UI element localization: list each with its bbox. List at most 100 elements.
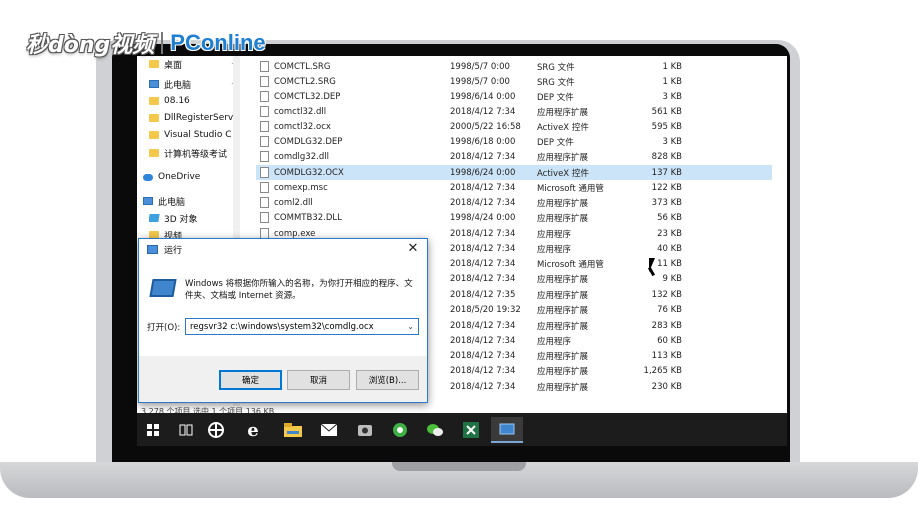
nav-item-dllregisterserv[interactable]: DllRegisterServ [149, 110, 245, 126]
file-type: Microsoft 通用管 [537, 183, 604, 194]
task-view-button[interactable] [170, 417, 202, 443]
nav-item-this-pc-quick[interactable]: 此电脑✦ [149, 76, 245, 92]
taskbar-app-explorer[interactable] [277, 417, 309, 443]
taskbar-app-ie[interactable]: e [237, 417, 269, 443]
start-button[interactable] [137, 417, 169, 443]
browse-button[interactable]: 浏览(B)... [356, 370, 419, 390]
file-type: ActiveX 控件 [537, 168, 589, 179]
nav-item-label: 此电脑 [164, 80, 192, 91]
ok-button[interactable]: 确定 [219, 370, 282, 390]
file-date: 2018/4/12 7:34 [450, 335, 516, 346]
file-size: 595 KB [651, 121, 682, 132]
file-name: comp.exe [274, 228, 316, 239]
close-button[interactable]: ✕ [405, 241, 421, 257]
file-date: 2018/4/12 7:34 [450, 228, 516, 239]
table-row[interactable]: coml2.dll 2018/4/12 7:34 应用程序扩展 373 KB [256, 195, 772, 210]
taskbar-app-excel[interactable] [455, 417, 487, 443]
file-explorer-icon [284, 423, 302, 437]
taskbar-app-screenshot[interactable] [349, 417, 381, 443]
file-type: SRG 文件 [537, 62, 575, 73]
chevron-down-icon[interactable]: ⌄ [407, 322, 414, 331]
file-name: comdlg32.dll [274, 151, 329, 162]
file-size: 56 KB [657, 212, 682, 223]
file-name: COMCTL32.DEP [274, 91, 341, 102]
nav-item-label: 计算机等级考试 [164, 149, 228, 160]
file-size: 137 KB [651, 167, 682, 178]
taskbar-app-mail[interactable] [313, 417, 345, 443]
table-row[interactable]: comctl32.ocx 2000/5/22 16:58 ActiveX 控件 595… [256, 119, 772, 134]
taskbar: e [137, 413, 787, 446]
file-type: 应用程序扩展 [537, 321, 589, 332]
folder-icon [149, 114, 159, 122]
nav-item-0816[interactable]: 08.16 [149, 93, 245, 109]
watermark-logo: 秒dòng视频 PConline [26, 26, 266, 60]
file-icon [260, 197, 269, 208]
table-row[interactable]: comexp.msc 2018/4/12 7:34 Microsoft 通用管 122… [256, 180, 772, 195]
pc-icon [149, 80, 159, 88]
nav-item-3d-objects[interactable]: 3D 对象 [149, 210, 245, 226]
360-browser-icon [393, 423, 407, 437]
file-name: comexp.msc [274, 182, 328, 193]
file-type: 应用程序扩展 [537, 213, 589, 224]
laptop-base-notch [392, 462, 526, 471]
nav-item-label: OneDrive [158, 172, 201, 182]
file-size: 113 KB [651, 350, 682, 361]
watermark-right: PConline [170, 30, 266, 55]
file-date: 2018/4/12 7:34 [450, 258, 516, 269]
file-date: 2018/4/12 7:34 [450, 273, 516, 284]
nav-item-exam[interactable]: 计算机等级考试 [149, 145, 245, 161]
table-row[interactable]: COMMTB32.DLL 1998/4/24 0:00 应用程序扩展 56 KB [256, 210, 772, 225]
file-size: 1,265 KB [643, 365, 682, 376]
internet-explorer-icon: e [247, 419, 259, 441]
file-size: 828 KB [651, 151, 682, 162]
file-type: 应用程序扩展 [537, 351, 589, 362]
nav-item-label: 此电脑 [158, 197, 186, 208]
windows-start-icon [147, 424, 159, 436]
folder-icon [149, 97, 159, 105]
dialog-titlebar[interactable]: 运行 [139, 239, 427, 260]
table-row[interactable]: COMCTL2.SRG 1998/5/7 0:00 SRG 文件 1 KB [256, 74, 772, 89]
file-name: comctl32.dll [274, 106, 327, 117]
file-type: 应用程序 [537, 336, 572, 347]
table-row[interactable]: COMCTL.SRG 1998/5/7 0:00 SRG 文件 1 KB [256, 59, 772, 74]
folder-icon [149, 60, 159, 68]
file-size: 1 KB [662, 76, 682, 87]
file-type: 应用程序扩展 [537, 290, 589, 301]
run-dialog: 运行 ✕ Windows 将根据你所输入的名称，为你打开相应的程序、文件夹、文档… [138, 238, 428, 403]
file-date: 2018/5/20 19:32 [450, 304, 521, 315]
dialog-title: 运行 [164, 246, 183, 256]
file-size: 132 KB [651, 289, 682, 300]
table-row-selected[interactable]: COMDLG32.OCX 1998/6/24 0:00 ActiveX 控件 137 … [256, 165, 772, 180]
run-dialog-icon [499, 423, 515, 435]
taskbar-app-run[interactable] [491, 417, 523, 443]
nav-item-label: 3D 对象 [164, 214, 198, 225]
run-icon [147, 245, 158, 254]
table-row[interactable]: comctl32.dll 2018/4/12 7:34 应用程序扩展 561 KB [256, 104, 772, 119]
file-icon [260, 182, 269, 193]
file-name: COMMTB32.DLL [274, 212, 342, 223]
mail-icon [321, 424, 337, 436]
file-date: 2018/4/12 7:34 [450, 182, 516, 193]
file-type: 应用程序扩展 [537, 152, 589, 163]
file-date: 1998/5/7 0:00 [450, 61, 510, 72]
file-size: 373 KB [651, 197, 682, 208]
folder-icon [149, 131, 159, 139]
nav-item-onedrive[interactable]: OneDrive [143, 169, 239, 185]
taskbar-app-pinwheel[interactable] [200, 417, 232, 443]
table-row[interactable]: COMCTL32.DEP 1998/6/14 0:00 DEP 文件 3 KB [256, 89, 772, 104]
nav-item-visual-studio[interactable]: Visual Studio C [149, 127, 245, 143]
file-date: 2000/5/22 16:58 [450, 121, 521, 132]
file-date: 1998/4/24 0:00 [450, 212, 516, 223]
cancel-button[interactable]: 取消 [287, 370, 350, 390]
taskbar-app-360[interactable] [384, 417, 416, 443]
file-type: DEP 文件 [537, 137, 574, 148]
nav-item-this-pc[interactable]: 此电脑 [143, 193, 239, 209]
file-date: 2018/4/12 7:34 [450, 381, 516, 392]
run-large-icon [149, 279, 177, 297]
file-size: 3 KB [662, 91, 682, 102]
open-combobox[interactable]: regsvr32 c:\windows\system32\comdlg.ocx … [185, 318, 419, 335]
table-row[interactable]: comdlg32.dll 2018/4/12 7:34 应用程序扩展 828 KB [256, 149, 772, 164]
table-row[interactable]: COMDLG32.DEP 1998/6/18 0:00 DEP 文件 3 KB [256, 134, 772, 149]
watermark-left: 秒dòng视频 [26, 33, 155, 58]
taskbar-app-wechat[interactable] [419, 417, 451, 443]
